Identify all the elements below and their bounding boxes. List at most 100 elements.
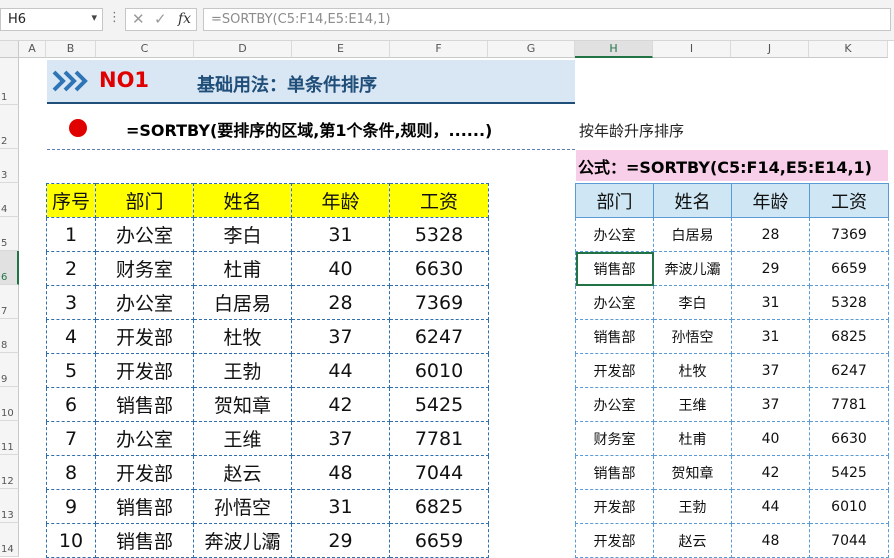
row-header-1[interactable]: 1	[0, 58, 19, 105]
source-cell[interactable]: 10	[46, 523, 96, 558]
source-cell[interactable]: 5	[46, 353, 96, 388]
source-cell[interactable]: 7781	[389, 421, 489, 456]
result-cell[interactable]: 孙悟空	[653, 319, 732, 354]
source-cell[interactable]: 8	[46, 455, 96, 490]
result-cell[interactable]: 开发部	[575, 353, 654, 388]
formula-input[interactable]: =SORTBY(C5:F14,E5:E14,1)	[203, 8, 891, 31]
result-cell[interactable]: 王勃	[653, 489, 732, 524]
source-cell[interactable]: 6659	[389, 523, 489, 558]
source-cell[interactable]: 42	[291, 387, 390, 422]
source-cell[interactable]: 31	[291, 217, 390, 252]
source-header-cell[interactable]: 年龄	[291, 183, 390, 218]
row-header-14[interactable]: 14	[0, 523, 19, 557]
row-header-3[interactable]: 3	[0, 149, 19, 183]
source-cell[interactable]: 奔波儿灞	[193, 523, 292, 558]
result-cell[interactable]: 7781	[809, 387, 889, 422]
source-cell[interactable]: 37	[291, 319, 390, 354]
result-cell[interactable]: 44	[731, 489, 810, 524]
source-cell[interactable]: 办公室	[95, 285, 194, 320]
source-cell[interactable]: 5425	[389, 387, 489, 422]
result-cell[interactable]: 31	[731, 285, 810, 320]
row-header-6[interactable]: 6	[0, 251, 19, 285]
row-header-4[interactable]: 4	[0, 183, 19, 217]
result-cell[interactable]: 办公室	[575, 285, 654, 320]
source-cell[interactable]: 9	[46, 489, 96, 524]
source-cell[interactable]: 财务室	[95, 251, 194, 286]
result-header-cell[interactable]: 年龄	[731, 183, 810, 218]
result-cell[interactable]: 28	[731, 217, 810, 252]
source-cell[interactable]: 孙悟空	[193, 489, 292, 524]
column-header-d[interactable]: D	[194, 41, 292, 58]
column-header-a[interactable]: A	[19, 41, 46, 58]
source-cell[interactable]: 28	[291, 285, 390, 320]
result-header-cell[interactable]: 部门	[575, 183, 654, 218]
source-cell[interactable]: 7044	[389, 455, 489, 490]
row-header-10[interactable]: 10	[0, 387, 19, 421]
check-icon[interactable]: ✓	[154, 10, 167, 28]
result-cell[interactable]: 赵云	[653, 523, 732, 558]
result-cell[interactable]: 37	[731, 387, 810, 422]
fx-icon[interactable]: fx	[178, 11, 191, 27]
source-cell[interactable]: 白居易	[193, 285, 292, 320]
result-header-cell[interactable]: 工资	[809, 183, 889, 218]
row-header-7[interactable]: 7	[0, 285, 19, 319]
result-cell[interactable]: 29	[731, 251, 810, 286]
row-header-9[interactable]: 9	[0, 353, 19, 387]
column-header-i[interactable]: I	[653, 41, 731, 58]
cross-icon[interactable]: ✕	[132, 10, 145, 28]
result-header-cell[interactable]: 姓名	[653, 183, 732, 218]
result-cell[interactable]: 销售部	[575, 455, 654, 490]
sort-note[interactable]: 按年龄升序排序	[579, 120, 684, 141]
source-header-cell[interactable]: 序号	[46, 183, 96, 218]
column-header-f[interactable]: F	[390, 41, 488, 58]
source-header-cell[interactable]: 姓名	[193, 183, 292, 218]
source-cell[interactable]: 王维	[193, 421, 292, 456]
source-cell[interactable]: 7	[46, 421, 96, 456]
result-cell[interactable]: 6247	[809, 353, 889, 388]
source-cell[interactable]: 3	[46, 285, 96, 320]
row-header-8[interactable]: 8	[0, 319, 19, 353]
source-cell[interactable]: 48	[291, 455, 390, 490]
source-cell[interactable]: 开发部	[95, 455, 194, 490]
result-cell[interactable]: 杜甫	[653, 421, 732, 456]
formula-label[interactable]: 公式：=SORTBY(C5:F14,E5:E14,1)	[576, 150, 888, 181]
result-cell[interactable]: 办公室	[575, 217, 654, 252]
source-cell[interactable]: 4	[46, 319, 96, 354]
result-cell[interactable]: 31	[731, 319, 810, 354]
row-header-12[interactable]: 12	[0, 455, 19, 489]
source-header-cell[interactable]: 工资	[389, 183, 489, 218]
result-cell[interactable]: 开发部	[575, 489, 654, 524]
source-cell[interactable]: 6247	[389, 319, 489, 354]
source-cell[interactable]: 6630	[389, 251, 489, 286]
result-cell[interactable]: 销售部	[575, 319, 654, 354]
select-all-corner[interactable]	[0, 41, 19, 58]
result-cell[interactable]: 7369	[809, 217, 889, 252]
source-cell[interactable]: 销售部	[95, 489, 194, 524]
source-cell[interactable]: 办公室	[95, 421, 194, 456]
source-cell[interactable]: 29	[291, 523, 390, 558]
result-cell[interactable]: 李白	[653, 285, 732, 320]
result-cell[interactable]: 销售部	[575, 251, 654, 286]
result-cell[interactable]: 财务室	[575, 421, 654, 456]
source-cell[interactable]: 贺知章	[193, 387, 292, 422]
more-options-icon[interactable]: ⋮	[108, 10, 121, 25]
result-cell[interactable]: 5328	[809, 285, 889, 320]
source-cell[interactable]: 7369	[389, 285, 489, 320]
result-cell[interactable]: 6825	[809, 319, 889, 354]
result-cell[interactable]: 6659	[809, 251, 889, 286]
source-cell[interactable]: 开发部	[95, 353, 194, 388]
source-cell[interactable]: 李白	[193, 217, 292, 252]
source-cell[interactable]: 6825	[389, 489, 489, 524]
row-header-13[interactable]: 13	[0, 489, 19, 523]
result-cell[interactable]: 办公室	[575, 387, 654, 422]
result-cell[interactable]: 开发部	[575, 523, 654, 558]
result-cell[interactable]: 奔波儿灞	[653, 251, 732, 286]
source-cell[interactable]: 赵云	[193, 455, 292, 490]
source-cell[interactable]: 1	[46, 217, 96, 252]
syntax-text[interactable]: =SORTBY(要排序的区域,第1个条件,规则，......)	[126, 117, 492, 141]
source-cell[interactable]: 6010	[389, 353, 489, 388]
column-header-b[interactable]: B	[46, 41, 96, 58]
source-cell[interactable]: 杜甫	[193, 251, 292, 286]
column-header-k[interactable]: K	[809, 41, 888, 58]
row-header-5[interactable]: 5	[0, 217, 19, 251]
